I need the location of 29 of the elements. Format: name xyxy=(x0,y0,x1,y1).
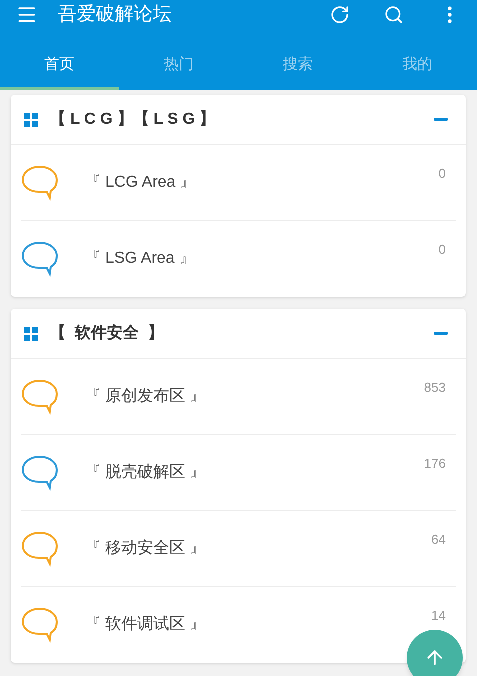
forum-name: 『 脱壳破解区 』 xyxy=(85,462,206,482)
post-count: 0 xyxy=(438,241,446,259)
post-count: 176 xyxy=(424,455,446,473)
forum-row[interactable]: 『 LCG Area 』 0 xyxy=(21,145,456,221)
refresh-icon[interactable] xyxy=(330,5,350,25)
grid-icon xyxy=(24,112,38,126)
section-title: 【 软件安全 】 xyxy=(50,323,164,344)
post-count: 64 xyxy=(432,531,446,549)
minus-icon xyxy=(434,332,448,335)
forum-row[interactable]: 『 LSG Area 』 0 xyxy=(21,221,456,297)
forum-name: 『 移动安全区 』 xyxy=(85,538,206,558)
forum-name: 『 LCG Area 』 xyxy=(85,172,196,192)
forum-name: 『 LSG Area 』 xyxy=(85,249,196,269)
post-count: 853 xyxy=(424,379,446,397)
forum-row[interactable]: 『 移动安全区 』 64 xyxy=(21,511,456,587)
forum-row[interactable]: 『 原创发布区 』 853 xyxy=(21,359,456,435)
collapse-button[interactable] xyxy=(434,118,448,121)
post-count: 14 xyxy=(432,607,446,625)
forum-name: 『 原创发布区 』 xyxy=(85,386,206,406)
forum-row[interactable]: 『 脱壳破解区 』 176 xyxy=(21,435,456,511)
app-title: 吾爱破解论坛 xyxy=(58,2,172,27)
section-title: 【 L C G 】【 L S G 】 xyxy=(50,109,216,130)
forum-name: 『 软件调试区 』 xyxy=(85,614,206,635)
minus-icon xyxy=(434,118,448,121)
post-count: 0 xyxy=(438,165,446,183)
collapse-button[interactable] xyxy=(434,332,448,335)
search-icon[interactable] xyxy=(384,5,404,25)
forum-row[interactable]: 『 软件调试区 』 14 xyxy=(21,587,456,663)
grid-icon xyxy=(24,326,38,340)
